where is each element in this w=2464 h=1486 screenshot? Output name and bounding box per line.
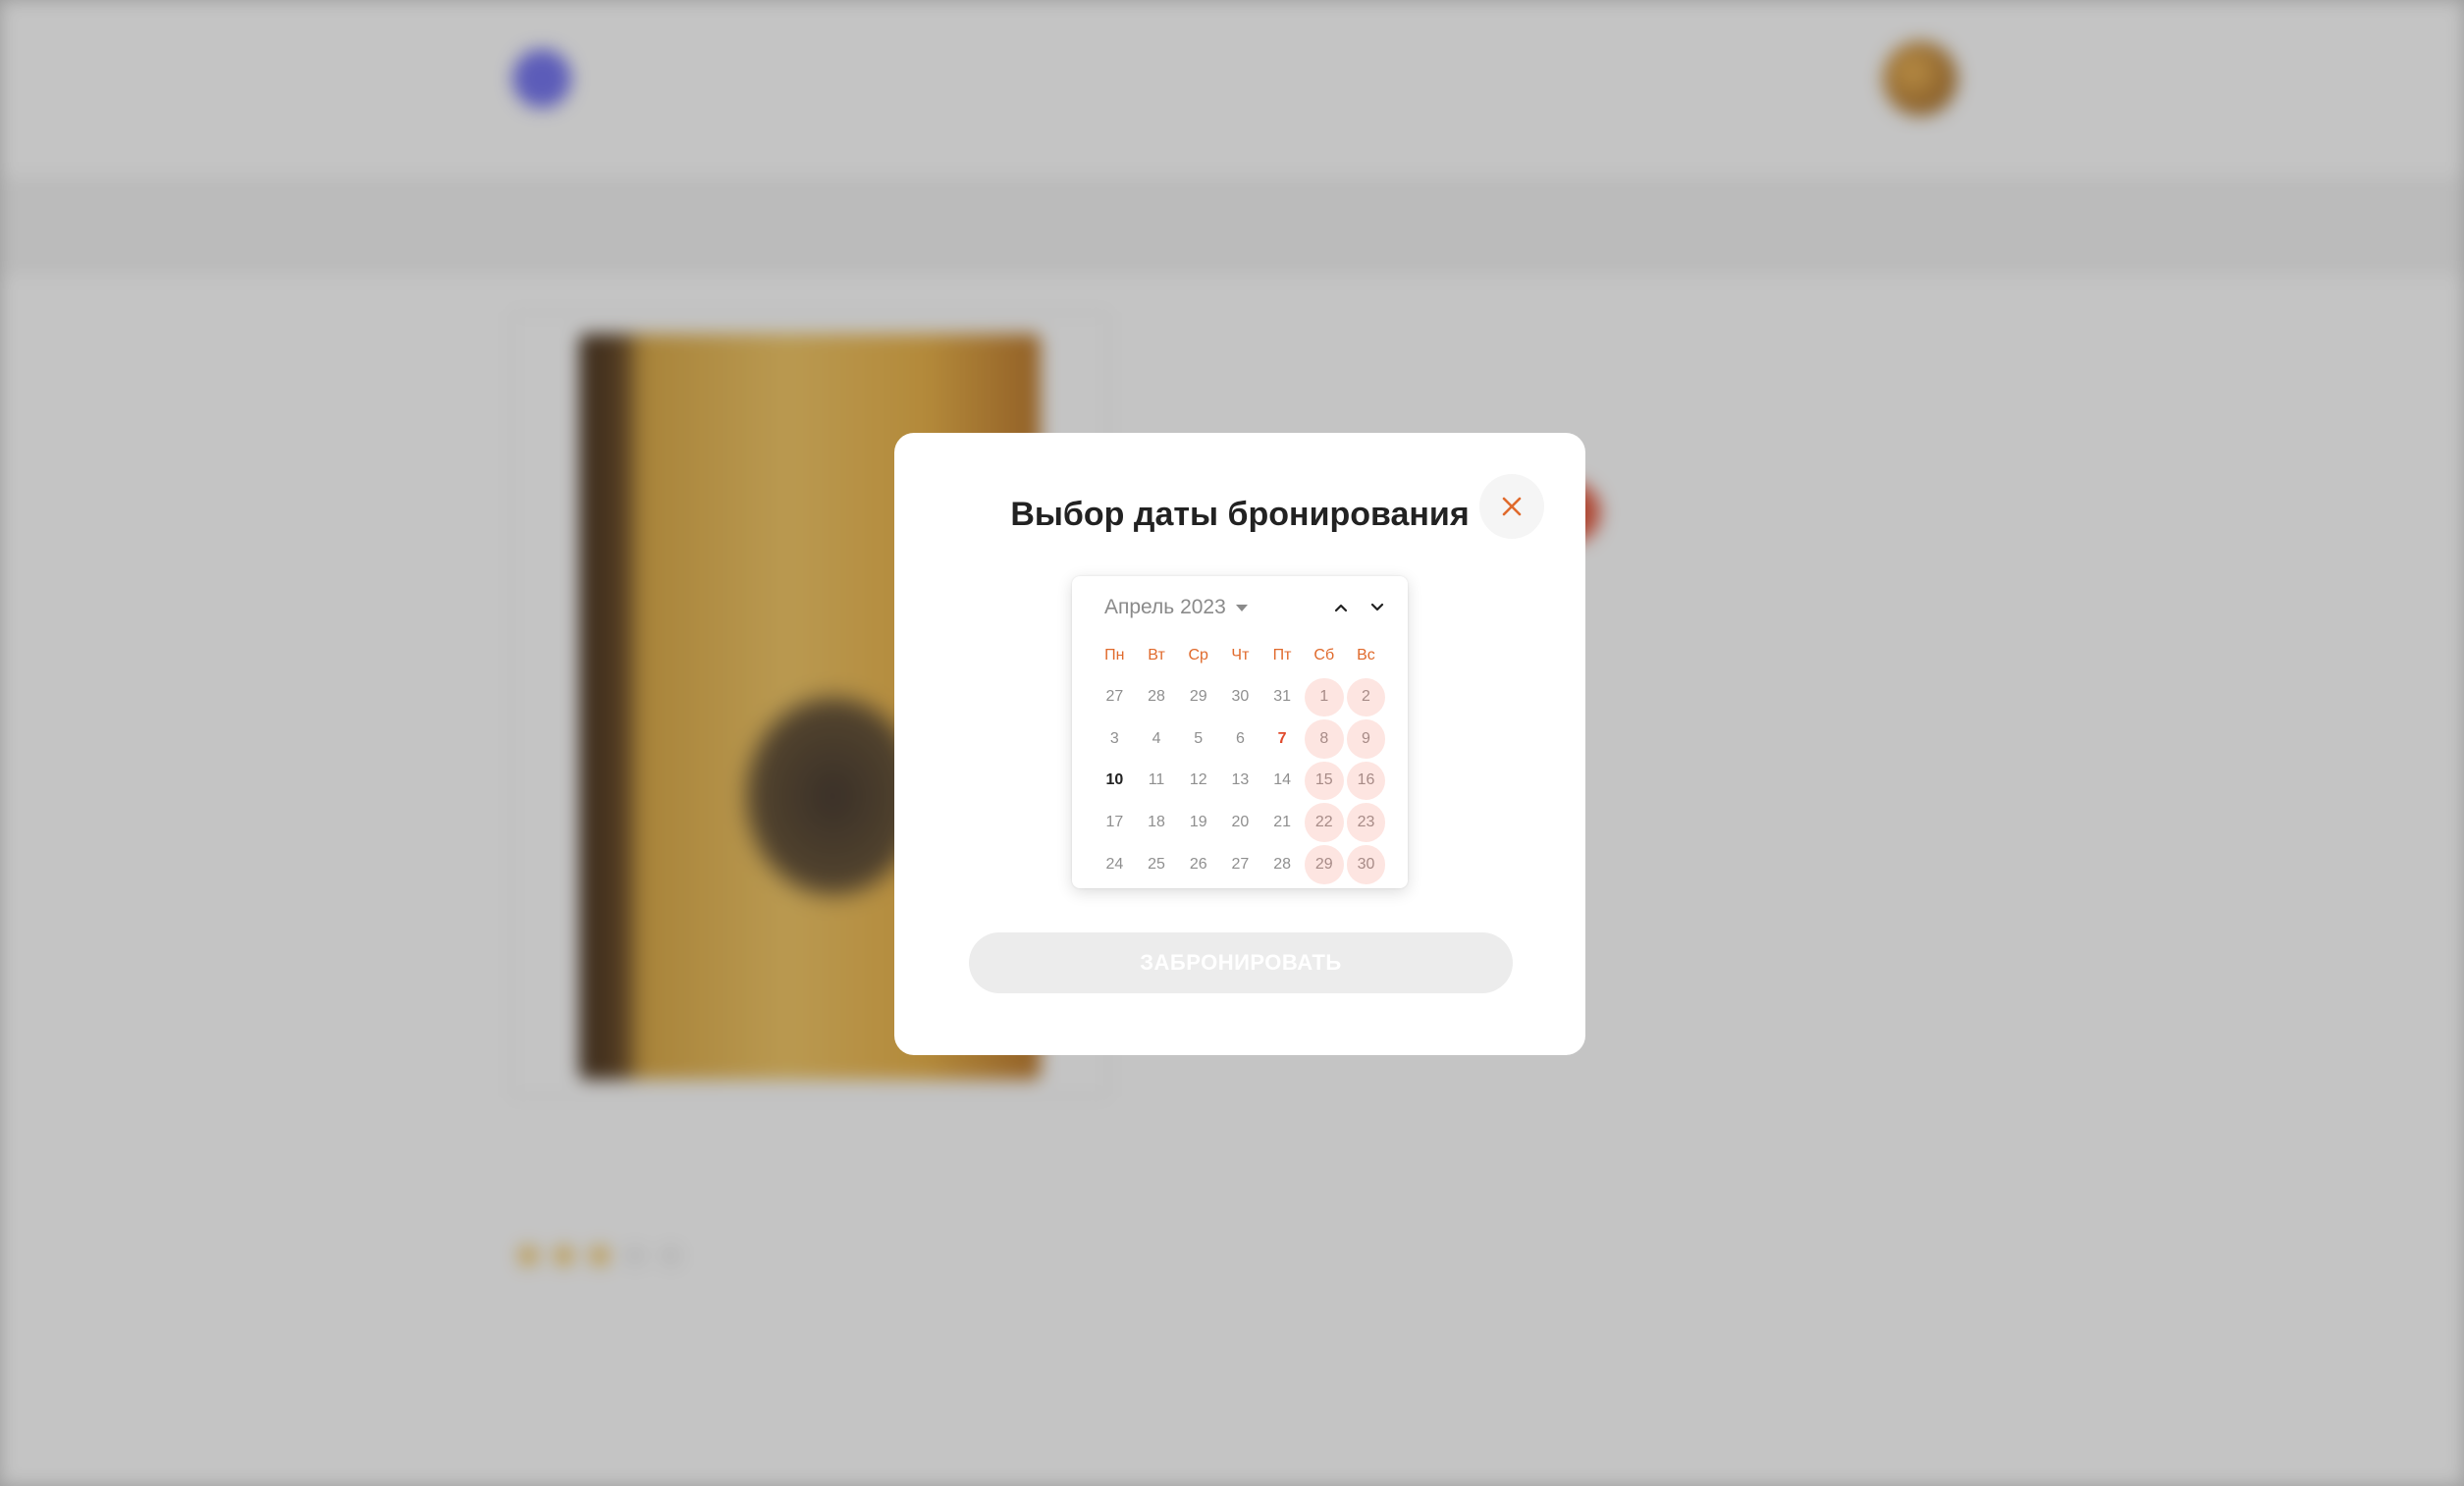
calendar-week: 24 25 26 27 28 29 30 (1094, 843, 1388, 885)
calendar-day-label: 12 (1189, 771, 1207, 789)
calendar-day[interactable]: 28 (1136, 676, 1178, 718)
calendar-day[interactable]: 10 (1094, 760, 1136, 802)
calendar-day-label: 21 (1273, 814, 1291, 831)
calendar-day[interactable]: 21 (1261, 802, 1304, 844)
calendar-day[interactable]: 17 (1094, 802, 1136, 844)
next-month-button[interactable] (1366, 596, 1389, 619)
calendar-day[interactable]: 29 (1303, 843, 1345, 885)
close-button[interactable] (1479, 474, 1544, 539)
calendar-day[interactable]: 7 (1261, 718, 1304, 761)
calendar-day-label: 30 (1357, 855, 1375, 873)
date-picker: Апрель 2023 Пн Вт Ср Чт Пт Сб Вс 27 28 2… (1072, 576, 1408, 888)
calendar-day[interactable]: 15 (1303, 760, 1345, 802)
book-button[interactable]: ЗАБРОНИРОВАТЬ (969, 932, 1513, 993)
calendar-day-label: 6 (1235, 729, 1245, 747)
calendar-day[interactable]: 3 (1094, 718, 1136, 761)
calendar-week: 27 28 29 30 31 1 2 (1094, 676, 1388, 718)
calendar-day[interactable]: 19 (1177, 802, 1219, 844)
calendar-day[interactable]: 27 (1094, 676, 1136, 718)
calendar-day[interactable]: 5 (1177, 718, 1219, 761)
calendar-day-label: 7 (1277, 729, 1287, 747)
weekday-header: Пн Вт Ср Чт Пт Сб Вс (1094, 647, 1387, 664)
calendar-day[interactable]: 27 (1219, 843, 1261, 885)
weekday-label: Вс (1357, 647, 1375, 663)
calendar-week: 17 18 19 20 21 22 23 (1094, 802, 1388, 844)
calendar-day-label: 16 (1357, 771, 1375, 789)
calendar-day[interactable]: 31 (1261, 676, 1304, 718)
calendar-day[interactable]: 23 (1345, 802, 1387, 844)
weekday-label: Чт (1231, 647, 1250, 663)
booking-date-modal: Выбор даты бронирования Апрель 2023 Пн В… (894, 433, 1585, 1055)
calendar-day[interactable]: 2 (1345, 676, 1387, 718)
calendar-day-label: 14 (1273, 771, 1291, 789)
caret-down-icon (1235, 604, 1248, 611)
calendar-day-label: 27 (1231, 855, 1250, 873)
month-select[interactable]: Апрель 2023 (1104, 596, 1248, 619)
calendar-day-label: 4 (1152, 729, 1161, 747)
calendar-day[interactable]: 16 (1345, 760, 1387, 802)
calendar-day-label: 24 (1105, 855, 1124, 873)
calendar-day[interactable]: 24 (1094, 843, 1136, 885)
calendar-grid: 27 28 29 30 31 1 2 3 4 5 6 7 8 9 10 11 12 13 14 15 16 17 18 19 2… (1094, 676, 1388, 885)
calendar-day[interactable]: 12 (1177, 760, 1219, 802)
calendar-day[interactable]: 18 (1136, 802, 1178, 844)
calendar-day[interactable]: 30 (1345, 843, 1387, 885)
calendar-day[interactable]: 20 (1219, 802, 1261, 844)
calendar-day[interactable]: 11 (1136, 760, 1178, 802)
calendar-day-label: 28 (1273, 855, 1291, 873)
calendar-day-label: 11 (1148, 771, 1165, 789)
calendar-day-label: 20 (1231, 814, 1250, 831)
prev-month-button[interactable] (1329, 596, 1353, 619)
calendar-day-label: 27 (1105, 688, 1124, 706)
calendar-day-label: 9 (1362, 729, 1370, 747)
calendar-day-label: 19 (1189, 814, 1207, 831)
calendar-day-label: 22 (1314, 814, 1333, 831)
calendar-day-label: 1 (1319, 688, 1329, 706)
calendar-day-label: 29 (1189, 688, 1207, 706)
close-icon (1502, 497, 1522, 516)
calendar-day[interactable]: 25 (1136, 843, 1178, 885)
calendar-day[interactable]: 9 (1345, 718, 1387, 761)
weekday-label: Пн (1104, 647, 1125, 663)
calendar-day-label: 15 (1314, 771, 1333, 789)
calendar-day[interactable]: 26 (1177, 843, 1219, 885)
calendar-day-label: 13 (1231, 771, 1250, 789)
weekday-label: Пт (1272, 647, 1292, 663)
calendar-day[interactable]: 1 (1303, 676, 1345, 718)
calendar-day-label: 28 (1148, 688, 1165, 706)
calendar-day-label: 2 (1362, 688, 1370, 706)
weekday-label: Вт (1148, 647, 1165, 663)
calendar-week: 10 11 12 13 14 15 16 (1094, 760, 1388, 802)
calendar-day-label: 17 (1105, 814, 1124, 831)
calendar-day-label: 30 (1231, 688, 1250, 706)
calendar-header: Апрель 2023 (1072, 576, 1408, 633)
calendar-day-label: 3 (1109, 729, 1119, 747)
calendar-day[interactable]: 14 (1261, 760, 1304, 802)
calendar-day[interactable]: 13 (1219, 760, 1261, 802)
calendar-day[interactable]: 22 (1303, 802, 1345, 844)
calendar-day[interactable]: 29 (1177, 676, 1219, 718)
calendar-day-label: 10 (1105, 771, 1124, 789)
calendar-day-label: 18 (1148, 814, 1165, 831)
calendar-day[interactable]: 30 (1219, 676, 1261, 718)
calendar-day[interactable]: 8 (1303, 718, 1345, 761)
calendar-day-label: 25 (1148, 855, 1165, 873)
calendar-day-label: 26 (1189, 855, 1207, 873)
chevron-down-icon (1370, 603, 1384, 611)
chevron-up-icon (1334, 604, 1348, 612)
calendar-day[interactable]: 6 (1219, 718, 1261, 761)
calendar-week: 3 4 5 6 7 8 9 (1094, 718, 1388, 761)
weekday-label: Ср (1188, 647, 1208, 663)
calendar-day-label: 31 (1273, 688, 1291, 706)
calendar-day-label: 5 (1194, 729, 1204, 747)
calendar-day[interactable]: 4 (1136, 718, 1178, 761)
calendar-day-label: 8 (1319, 729, 1329, 747)
month-label: Апрель 2023 (1104, 596, 1226, 618)
calendar-day-label: 23 (1357, 814, 1375, 831)
calendar-day-label: 29 (1314, 855, 1333, 873)
weekday-label: Сб (1313, 647, 1335, 663)
calendar-day[interactable]: 28 (1261, 843, 1304, 885)
